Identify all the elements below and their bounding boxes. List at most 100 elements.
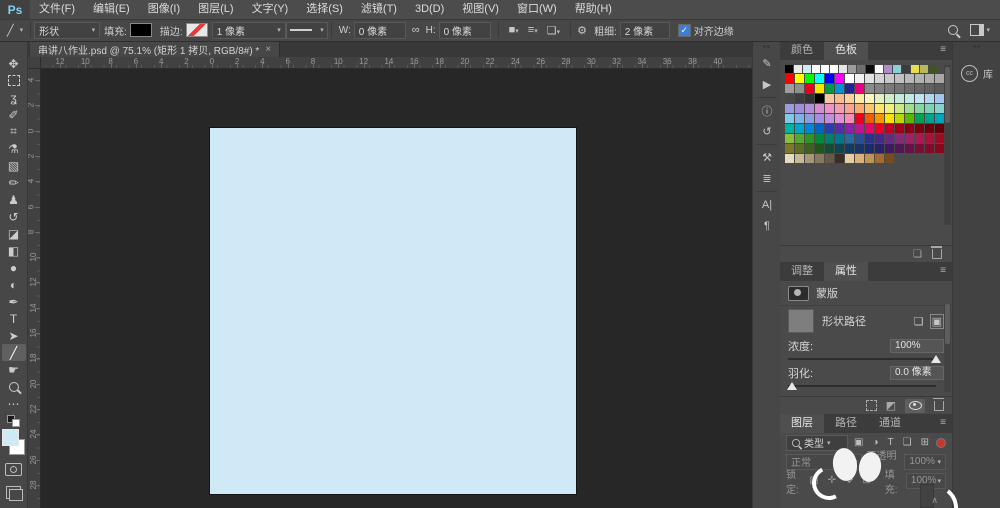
opacity-input[interactable]: 100%▾ [904,454,946,470]
density-slider-knob[interactable] [931,355,941,363]
swatch[interactable] [875,104,884,113]
swatch[interactable] [845,94,854,103]
swatch[interactable] [925,114,934,123]
swatch[interactable] [795,144,804,153]
swatch[interactable] [815,94,824,103]
swatch[interactable] [855,104,864,113]
swatch[interactable] [884,65,892,73]
paragraph-panel-icon[interactable]: ¶ [753,215,781,236]
swatch[interactable] [785,84,794,93]
type-tool[interactable]: T [2,310,26,327]
swatch[interactable] [845,134,854,143]
path-arrangement-button[interactable]: ❏▾ [544,24,563,37]
panel-menu-icon[interactable]: ≡ [940,44,946,55]
feather-slider-knob[interactable] [787,382,797,390]
default-colors-icon[interactable] [7,415,20,427]
panel-menu-icon[interactable]: ≡ [940,417,946,428]
swatch[interactable] [795,124,804,133]
ps-logo[interactable]: Ps [0,0,30,19]
layers-tab-1[interactable]: 路径 [824,414,868,433]
swatch[interactable] [885,154,894,163]
swatch[interactable] [815,74,824,83]
swatch[interactable] [915,74,924,83]
swatch[interactable] [857,65,865,73]
menu-item-6[interactable]: 滤镜(T) [352,0,406,19]
fill-swatch[interactable] [130,23,152,37]
swatch[interactable] [905,84,914,93]
select-vector-mask-icon[interactable]: ▣ [930,314,944,329]
swatch[interactable] [895,144,904,153]
swatch[interactable] [795,84,804,93]
path-selection-tool[interactable]: ➤ [2,327,26,344]
swatch[interactable] [825,104,834,113]
swatch[interactable] [925,134,934,143]
vertical-ruler[interactable]: 420246810121416182022242628 [28,68,41,508]
swatch[interactable] [925,74,934,83]
swatch[interactable] [795,154,804,163]
select-pixel-mask-icon[interactable]: ❏ [914,315,924,328]
swatch[interactable] [885,74,894,83]
swatch[interactable] [866,65,874,73]
swatch[interactable] [825,154,834,163]
swatch[interactable] [835,74,844,83]
swatch[interactable] [895,124,904,133]
swatch[interactable] [905,124,914,133]
swatch[interactable] [920,65,928,73]
swatch[interactable] [825,144,834,153]
swatch[interactable] [865,94,874,103]
document-tab[interactable]: 串讲八作业.psd @ 75.1% (矩形 1 拷贝, RGB/8#) * × [30,41,280,57]
swatch[interactable] [925,144,934,153]
layers-tab-0[interactable]: 图层 [780,414,824,433]
eraser-tool[interactable]: ◪ [2,225,26,242]
shape-width-input[interactable]: 0 像素 [354,22,406,39]
swatch[interactable] [865,84,874,93]
swatch[interactable] [905,114,914,123]
swatch[interactable] [821,65,829,73]
swatch[interactable] [855,154,864,163]
swatch[interactable] [825,114,834,123]
swatch[interactable] [785,144,794,153]
stroke-swatch[interactable] [186,23,208,37]
swatch[interactable] [875,84,884,93]
gradient-tool[interactable]: ◧ [2,242,26,259]
tool-preset-caret-icon[interactable]: ▾ [20,26,24,34]
swatch[interactable] [929,65,937,73]
swatch[interactable] [812,65,820,73]
close-tab-icon[interactable]: × [265,44,271,55]
clone-source-icon[interactable]: ≣ [753,168,781,189]
delete-mask-button[interactable] [934,401,944,411]
swatch[interactable] [835,124,844,133]
swatch[interactable] [845,124,854,133]
swatch[interactable] [875,65,883,73]
swatch[interactable] [875,124,884,133]
eyedropper-tool[interactable]: ⚗ [2,140,26,157]
swatch[interactable] [935,134,944,143]
current-tool-icon[interactable]: ╱ [4,24,17,37]
swatch[interactable] [902,65,910,73]
libraries-panel-button[interactable]: cc 库 [953,65,1000,82]
delete-swatch-button[interactable] [932,249,942,259]
swatch[interactable] [885,124,894,133]
swatch[interactable] [785,114,794,123]
mask-selection-icon[interactable] [866,400,877,411]
weight-input[interactable]: 2 像素 [620,22,670,39]
swatch[interactable] [865,104,874,113]
swatch[interactable] [855,84,864,93]
foreground-color-swatch[interactable] [2,429,19,446]
swatch[interactable] [865,144,874,153]
swatch[interactable] [905,74,914,83]
hand-tool[interactable]: ☛ [2,361,26,378]
swatch[interactable] [845,114,854,123]
ruler-origin-corner[interactable] [28,57,41,69]
swatch[interactable] [795,74,804,83]
mask-visibility-button[interactable] [905,399,925,413]
swatch[interactable] [895,114,904,123]
healing-brush-tool[interactable]: ▧ [2,157,26,174]
swatch[interactable] [925,94,934,103]
zoom-tool[interactable] [2,378,26,395]
swatch[interactable] [895,84,904,93]
swatch[interactable] [825,84,834,93]
swatch[interactable] [875,94,884,103]
swatch[interactable] [925,104,934,113]
swatch[interactable] [803,65,811,73]
